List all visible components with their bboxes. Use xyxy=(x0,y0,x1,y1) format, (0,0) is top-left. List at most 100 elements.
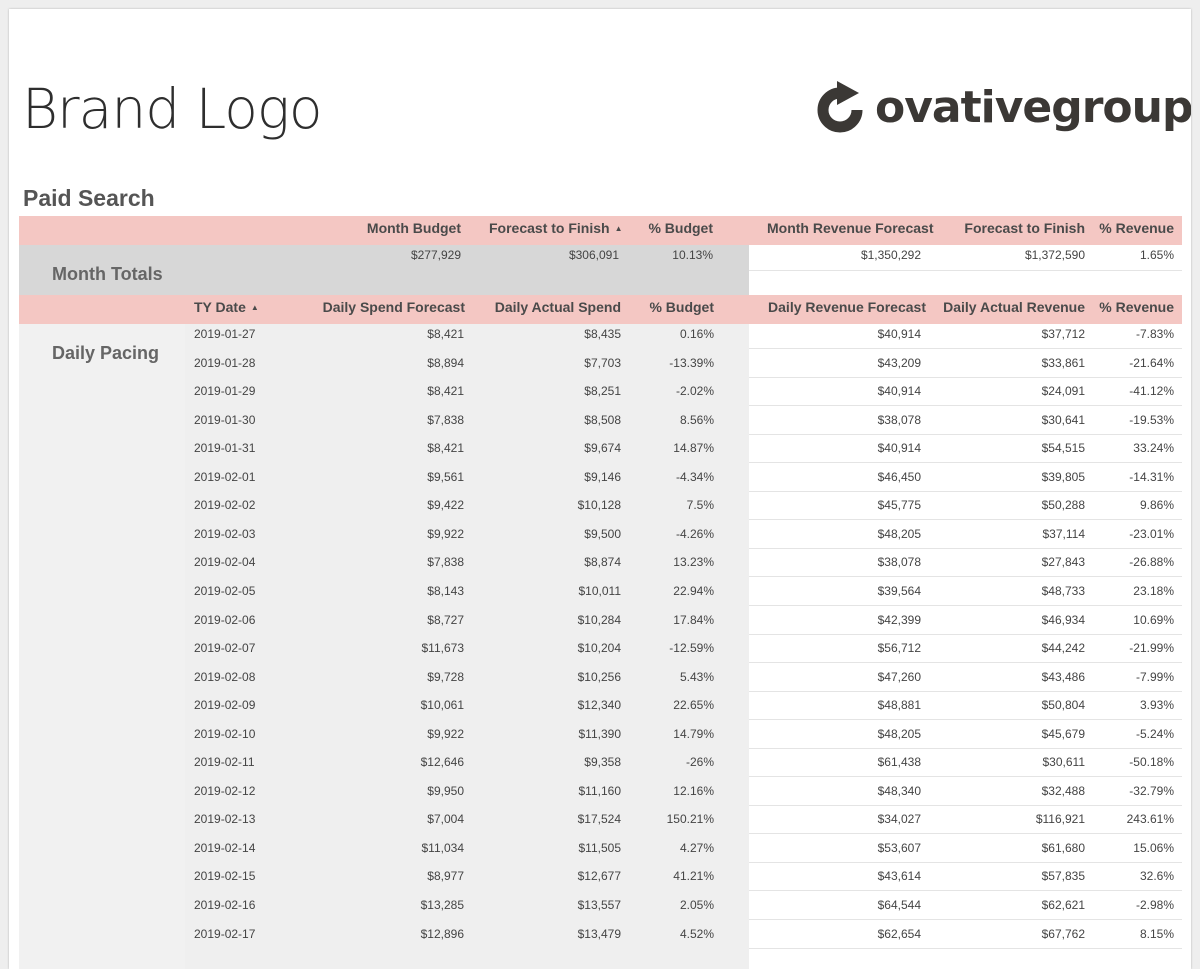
header-daily-actual-spend[interactable]: Daily Actual Spend xyxy=(469,299,621,315)
cell-daily-pct-revenue: -26.88% xyxy=(1129,555,1174,570)
cell-daily-pct-revenue: -32.79% xyxy=(1129,783,1174,798)
cell-daily-spend-forecast: $9,922 xyxy=(427,726,464,741)
cell-daily-revenue-forecast: $62,654 xyxy=(877,926,921,941)
row-divider xyxy=(749,462,1182,464)
header-month-revenue-forecast[interactable]: Month Revenue Forecast xyxy=(767,220,933,236)
cell-daily-actual-revenue: $43,486 xyxy=(1041,669,1085,684)
cell-daily-actual-revenue: $50,804 xyxy=(1041,698,1085,713)
row-divider xyxy=(749,376,1182,378)
cell-daily-revenue-forecast: $46,450 xyxy=(877,469,921,484)
cell-ty-date: 2019-02-11 xyxy=(194,755,255,770)
row-divider xyxy=(749,348,1182,349)
cell-daily-spend-forecast: $9,422 xyxy=(427,498,464,513)
cell-daily-spend-forecast: $12,896 xyxy=(420,926,464,941)
cell-daily-actual-revenue: $27,843 xyxy=(1041,555,1085,570)
cell-daily-pct-revenue: 9.86% xyxy=(1139,498,1174,513)
report-page: Brand Logo ovativegroup Paid Search Mont… xyxy=(9,9,1191,969)
cell-daily-actual-revenue: $67,762 xyxy=(1041,926,1085,941)
cell-daily-revenue-forecast: $43,614 xyxy=(877,869,921,884)
total-revenue-forecast-to-finish: $1,372,590 xyxy=(1024,248,1085,262)
sort-ascending-icon[interactable]: ▲ xyxy=(615,224,623,233)
cell-daily-actual-revenue: $46,934 xyxy=(1041,612,1085,627)
header-pct-revenue[interactable]: % Revenue xyxy=(1094,220,1174,236)
row-divider xyxy=(749,776,1182,778)
cell-daily-actual-spend: $8,435 xyxy=(584,327,621,341)
cell-daily-pct-revenue: -23.01% xyxy=(1129,526,1174,541)
row-divider xyxy=(749,719,1182,721)
cell-daily-pct-revenue: 243.61% xyxy=(1126,812,1174,827)
cell-daily-actual-spend: $10,284 xyxy=(577,612,621,627)
cell-ty-date: 2019-01-29 xyxy=(194,384,256,399)
cell-daily-actual-revenue: $44,242 xyxy=(1041,641,1085,656)
row-divider xyxy=(749,861,1182,863)
cell-daily-actual-revenue: $33,861 xyxy=(1041,355,1085,370)
cell-daily-pct-revenue: 32.6% xyxy=(1139,869,1174,884)
header-forecast-to-finish-label: Forecast to Finish xyxy=(489,220,610,236)
cell-daily-spend-forecast: $8,421 xyxy=(427,441,464,456)
cell-daily-revenue-forecast: $38,078 xyxy=(877,555,921,570)
cell-daily-spend-forecast: $11,034 xyxy=(421,840,465,855)
cell-ty-date: 2019-02-13 xyxy=(194,812,256,827)
cell-daily-spend-forecast: $7,838 xyxy=(427,555,464,570)
header-month-budget[interactable]: Month Budget xyxy=(309,220,461,236)
cell-daily-actual-revenue: $48,733 xyxy=(1041,583,1085,598)
cell-daily-pct-budget: 2.05% xyxy=(679,898,714,912)
cell-daily-actual-revenue: $54,515 xyxy=(1041,441,1085,456)
header-pct-budget[interactable]: % Budget xyxy=(629,220,713,236)
cell-daily-revenue-forecast: $39,564 xyxy=(877,583,921,598)
cell-daily-revenue-forecast: $38,078 xyxy=(877,412,921,427)
cell-daily-pct-budget: -26% xyxy=(685,755,714,770)
cell-daily-pct-revenue: -21.64% xyxy=(1129,355,1174,370)
cell-daily-actual-revenue: $24,091 xyxy=(1041,384,1085,399)
cell-daily-revenue-forecast: $48,881 xyxy=(877,698,921,713)
cell-daily-actual-revenue: $37,712 xyxy=(1041,327,1085,341)
header-daily-pct-budget[interactable]: % Budget xyxy=(629,299,714,315)
sort-ascending-icon[interactable]: ▲ xyxy=(251,303,259,312)
header-daily-actual-revenue[interactable]: Daily Actual Revenue xyxy=(929,299,1085,315)
row-divider xyxy=(749,604,1182,606)
cell-daily-pct-budget: 8.56% xyxy=(679,412,714,427)
refresh-arrow-icon xyxy=(817,81,863,133)
cell-ty-date: 2019-02-14 xyxy=(194,840,256,855)
cell-daily-actual-revenue: $116,921 xyxy=(1035,812,1085,827)
cell-daily-revenue-forecast: $43,209 xyxy=(877,355,921,370)
cell-ty-date: 2019-01-27 xyxy=(194,327,256,341)
cell-daily-actual-spend: $10,256 xyxy=(577,669,621,684)
cell-daily-pct-revenue: -14.31% xyxy=(1129,469,1174,484)
cell-daily-pct-revenue: -41.12% xyxy=(1129,384,1174,399)
cell-daily-pct-budget: 0.16% xyxy=(679,327,714,341)
cell-daily-pct-revenue: 33.24% xyxy=(1133,441,1174,456)
cell-daily-actual-revenue: $50,288 xyxy=(1041,498,1085,513)
cell-daily-actual-spend: $8,251 xyxy=(584,384,621,399)
header-daily-spend-forecast[interactable]: Daily Spend Forecast xyxy=(299,299,465,315)
cell-daily-pct-revenue: -7.83% xyxy=(1135,327,1174,341)
cell-ty-date: 2019-02-16 xyxy=(194,898,256,912)
cell-daily-actual-revenue: $30,641 xyxy=(1041,412,1085,427)
cell-ty-date: 2019-02-06 xyxy=(194,612,256,627)
row-divider xyxy=(749,270,1182,271)
cell-daily-actual-spend: $12,340 xyxy=(577,698,621,713)
cell-daily-pct-budget: -4.26% xyxy=(675,526,714,541)
header-daily-pct-revenue[interactable]: % Revenue xyxy=(1094,299,1174,315)
cell-daily-pct-revenue: 23.18% xyxy=(1133,583,1174,598)
header-ty-date[interactable]: TY Date ▲ xyxy=(194,299,259,315)
cell-daily-actual-revenue: $32,488 xyxy=(1041,783,1085,798)
cell-daily-pct-budget: 12.16% xyxy=(673,783,714,798)
cell-ty-date: 2019-02-08 xyxy=(194,669,256,684)
row-divider xyxy=(749,405,1182,407)
header-forecast-to-finish[interactable]: Forecast to Finish ▲ xyxy=(489,220,623,236)
header-revenue-forecast-to-finish[interactable]: Forecast to Finish xyxy=(929,220,1085,236)
row-divider xyxy=(749,490,1182,492)
cell-daily-spend-forecast: $9,950 xyxy=(427,783,464,798)
cell-daily-pct-revenue: 15.06% xyxy=(1133,840,1174,855)
header-daily-revenue-forecast[interactable]: Daily Revenue Forecast xyxy=(759,299,926,315)
cell-daily-pct-budget: 17.84% xyxy=(673,612,714,627)
cell-daily-actual-spend: $11,160 xyxy=(578,783,622,798)
cell-ty-date: 2019-02-17 xyxy=(194,926,256,941)
row-divider xyxy=(749,519,1182,521)
cell-daily-revenue-forecast: $45,775 xyxy=(877,498,921,513)
cell-daily-revenue-forecast: $40,914 xyxy=(877,384,921,399)
cell-daily-pct-budget: -12.59% xyxy=(669,641,714,656)
cell-daily-actual-spend: $10,128 xyxy=(577,498,621,513)
row-divider xyxy=(749,690,1182,692)
